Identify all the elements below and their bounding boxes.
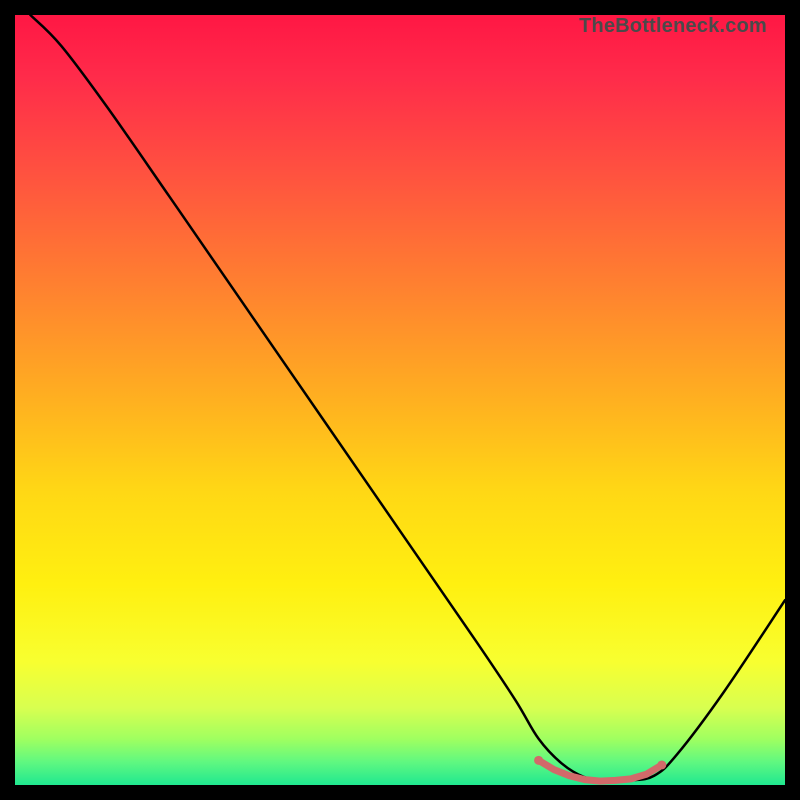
- gradient-background: [15, 15, 785, 785]
- watermark-text: TheBottleneck.com: [579, 15, 767, 38]
- bottleneck-chart: [15, 15, 785, 785]
- optimal-zone-end-dot: [657, 760, 666, 769]
- chart-frame: TheBottleneck.com: [15, 15, 785, 785]
- optimal-zone-start-dot: [534, 756, 543, 765]
